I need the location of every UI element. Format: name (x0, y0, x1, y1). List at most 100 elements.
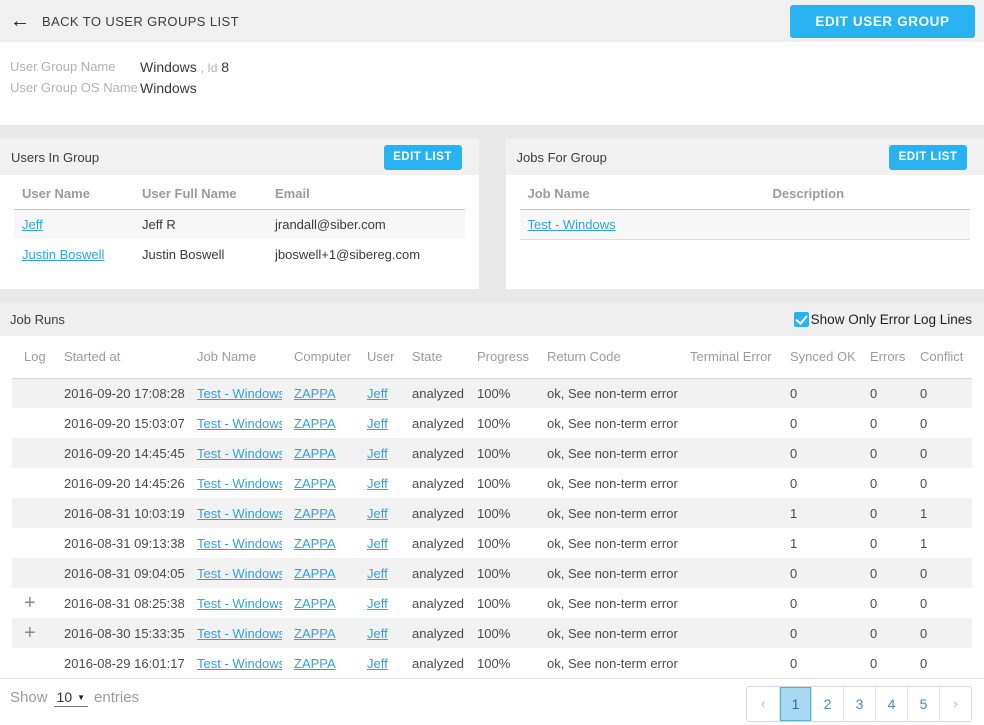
entries-label: entries (94, 689, 140, 706)
log-cell (12, 498, 52, 528)
terminal-error-cell (678, 558, 778, 588)
run-job-name-link[interactable]: Test - Windows (197, 476, 282, 491)
run-user-link[interactable]: Jeff (367, 566, 388, 581)
run-user-link[interactable]: Jeff (367, 416, 388, 431)
run-computer-link[interactable]: ZAPPA (294, 416, 336, 431)
run-job-name-cell: Test - Windows (185, 468, 282, 498)
page-button-5[interactable]: 5 (907, 687, 939, 721)
run-computer-link[interactable]: ZAPPA (294, 446, 336, 461)
job-run-row: 2016-09-20 17:08:28 Test - Windows ZAPPA Je… (12, 378, 972, 408)
page-button-4[interactable]: 4 (875, 687, 907, 721)
user-row: Jeff Jeff R jrandall@siber.com (14, 209, 465, 239)
error-log-filter[interactable]: Show Only Error Log Lines (793, 312, 972, 327)
run-job-name-link[interactable]: Test - Windows (197, 626, 282, 641)
page-size-control: Show 10 ▼ entries (10, 689, 139, 707)
jobs-col-description: Description (764, 179, 970, 210)
jobs-edit-list-button[interactable]: EDIT LIST (889, 144, 967, 170)
progress-cell: 100% (477, 445, 511, 461)
run-user-cell: Jeff (355, 618, 400, 648)
run-job-name-link[interactable]: Test - Windows (197, 446, 282, 461)
run-computer-link[interactable]: ZAPPA (294, 626, 336, 641)
log-cell: + (12, 588, 52, 618)
run-computer-cell: ZAPPA (282, 588, 355, 618)
group-name-label: User Group Name (10, 59, 116, 74)
job-name-link[interactable]: Test - Windows (528, 217, 616, 232)
page-button-3[interactable]: 3 (843, 687, 875, 721)
run-user-link[interactable]: Jeff (367, 386, 388, 401)
log-cell (12, 408, 52, 438)
user-name-link[interactable]: Jeff (22, 217, 43, 232)
conflict-cell: 0 (920, 565, 928, 581)
users-edit-list-button[interactable]: EDIT LIST (383, 144, 462, 170)
run-job-name-link[interactable]: Test - Windows (197, 416, 282, 431)
page-button-2[interactable]: 2 (811, 687, 843, 721)
conflict-cell: 0 (920, 385, 928, 401)
run-user-cell: Jeff (355, 558, 400, 588)
synced-ok-cell: 1 (790, 505, 798, 521)
prev-page-button[interactable]: ‹ (747, 687, 779, 721)
run-job-name-link[interactable]: Test - Windows (197, 566, 282, 581)
edit-user-group-button[interactable]: EDIT USER GROUP (790, 4, 975, 38)
started-at-cell: 2016-09-20 17:08:28 (64, 385, 185, 401)
run-job-name-link[interactable]: Test - Windows (197, 596, 282, 611)
run-user-link[interactable]: Jeff (367, 656, 388, 671)
return-code-cell: ok, See non-term errors (547, 385, 678, 401)
run-user-link[interactable]: Jeff (367, 596, 388, 611)
user-email-cell: jrandall@siber.com (275, 216, 386, 232)
state-cell: analyzed (412, 445, 465, 461)
run-computer-link[interactable]: ZAPPA (294, 596, 336, 611)
user-full-name-cell: Justin Boswell (142, 246, 225, 262)
run-job-name-link[interactable]: Test - Windows (197, 386, 282, 401)
group-name-row: User Group Name Windows , Id 8 (10, 57, 984, 78)
state-cell: analyzed (412, 505, 465, 521)
expand-log-icon[interactable]: + (24, 623, 36, 643)
next-page-button[interactable]: › (939, 687, 971, 721)
job-name-cell: Test - Windows (520, 209, 765, 239)
user-name-cell: Justin Boswell (14, 239, 134, 269)
run-user-cell: Jeff (355, 498, 400, 528)
col-conflict: Conflict (908, 336, 972, 379)
state-cell: analyzed (412, 595, 465, 611)
run-user-link[interactable]: Jeff (367, 506, 388, 521)
col-computer: Computer (282, 336, 355, 379)
synced-ok-cell: 0 (790, 625, 798, 641)
terminal-error-cell (678, 618, 778, 648)
job-run-row: +2016-08-30 15:33:35 Test - Windows ZAPPA J… (12, 618, 972, 648)
job-runs-table: Log Started at Job Name Computer User St… (12, 336, 972, 678)
run-job-name-link[interactable]: Test - Windows (197, 536, 282, 551)
caret-down-icon: ▼ (77, 692, 86, 702)
user-name-link[interactable]: Justin Boswell (22, 247, 104, 262)
state-cell: analyzed (412, 475, 465, 491)
run-job-name-link[interactable]: Test - Windows (197, 506, 282, 521)
run-user-link[interactable]: Jeff (367, 626, 388, 641)
col-started-at: Started at (52, 336, 185, 379)
synced-ok-cell: 0 (790, 565, 798, 581)
run-computer-link[interactable]: ZAPPA (294, 536, 336, 551)
run-job-name-cell: Test - Windows (185, 558, 282, 588)
run-computer-link[interactable]: ZAPPA (294, 386, 336, 401)
run-user-link[interactable]: Jeff (367, 536, 388, 551)
error-log-checkbox[interactable] (793, 312, 809, 327)
page-size-select[interactable]: 10 ▼ (53, 689, 89, 707)
group-os-row: User Group OS Name Windows (10, 78, 984, 98)
back-to-user-groups-link[interactable]: ← BACK TO USER GROUPS LIST (10, 11, 239, 31)
run-user-cell: Jeff (355, 438, 400, 468)
expand-log-icon[interactable]: + (24, 593, 36, 613)
conflict-cell: 0 (920, 595, 928, 611)
jobs-card-title: Jobs For Group (516, 149, 607, 165)
run-computer-link[interactable]: ZAPPA (294, 656, 336, 671)
page-button-1[interactable]: 1 (779, 687, 811, 721)
errors-cell: 0 (870, 625, 878, 641)
run-user-link[interactable]: Jeff (367, 476, 388, 491)
return-code-cell: ok, See non-term errors (547, 535, 678, 551)
run-computer-link[interactable]: ZAPPA (294, 566, 336, 581)
group-os-value: Windows (140, 80, 197, 96)
run-computer-link[interactable]: ZAPPA (294, 476, 336, 491)
back-arrow-icon: ← (10, 10, 30, 32)
run-job-name-link[interactable]: Test - Windows (197, 656, 282, 671)
run-user-link[interactable]: Jeff (367, 446, 388, 461)
log-cell: + (12, 618, 52, 648)
job-run-row: 2016-08-31 09:13:38 Test - Windows ZAPPA Je… (12, 528, 972, 558)
run-job-name-cell: Test - Windows (185, 618, 282, 648)
run-computer-link[interactable]: ZAPPA (294, 506, 336, 521)
